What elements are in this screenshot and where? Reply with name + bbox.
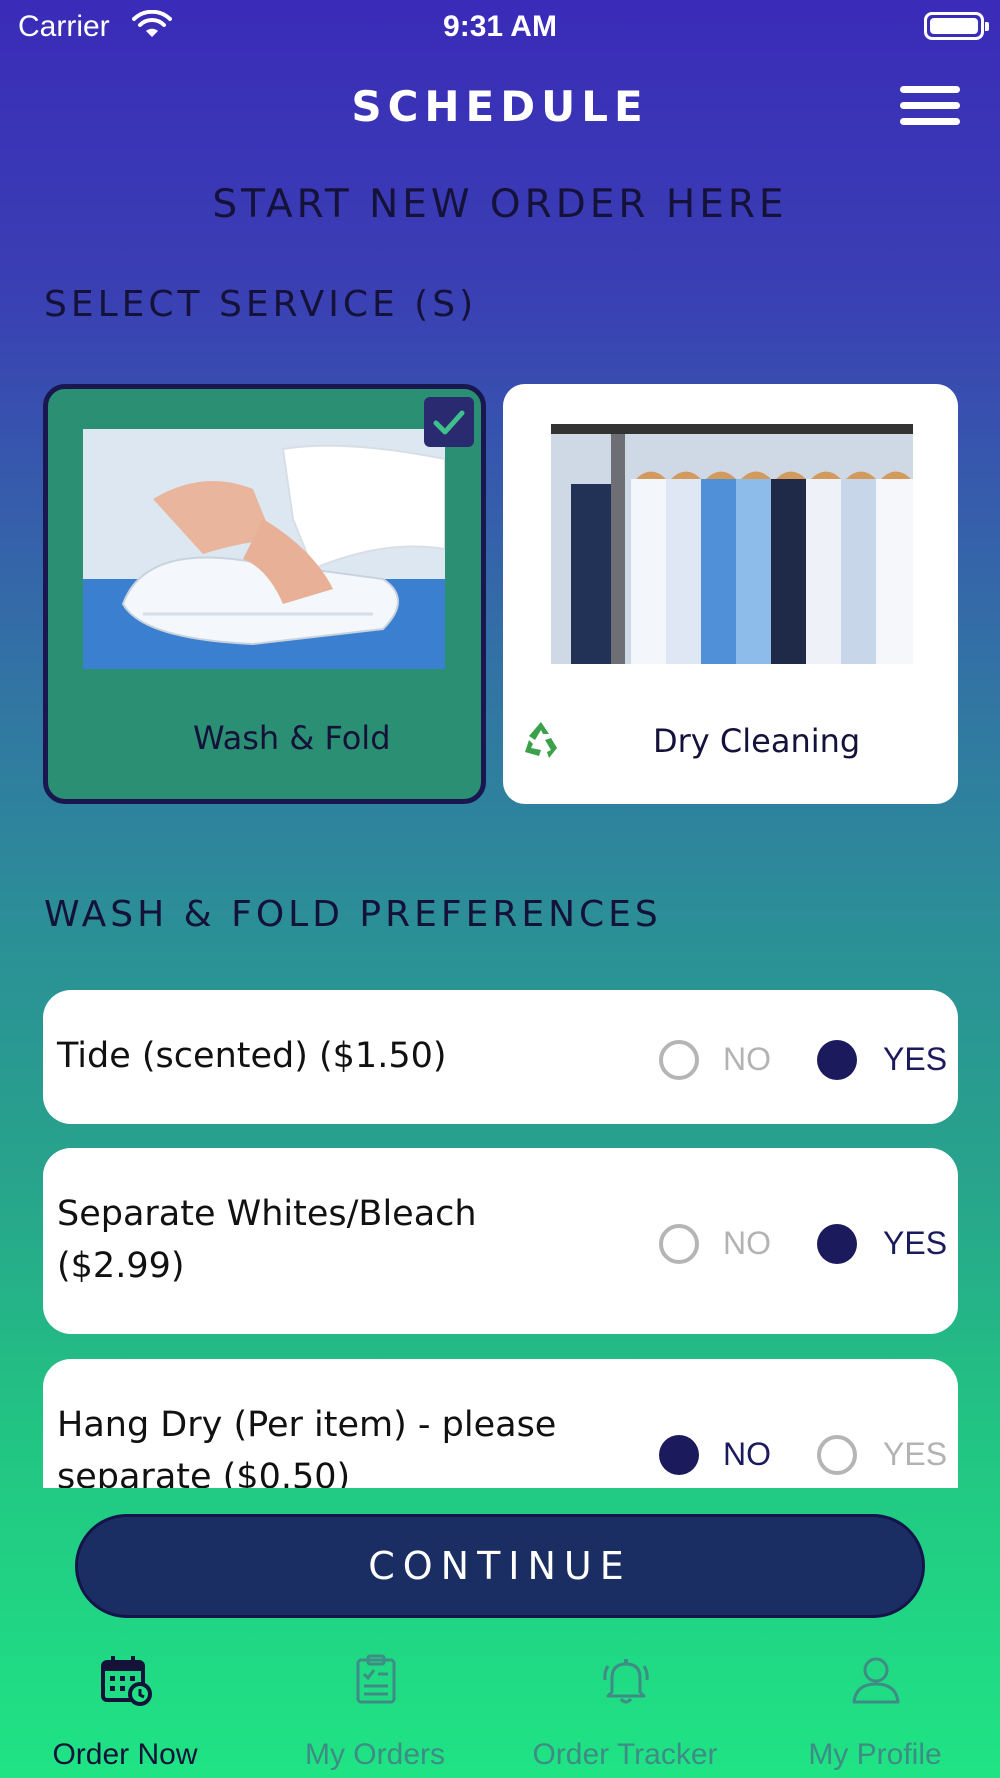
- pref-label-hang-dry: Hang Dry (Per item) - please separate ($…: [57, 1405, 557, 1488]
- bottom-tab-bar: Order Now My Orders Order Tracker My Pro…: [0, 1632, 1000, 1778]
- service-card-wash-fold[interactable]: Wash & Fold: [43, 384, 486, 804]
- continue-button[interactable]: CONTINUE: [75, 1514, 925, 1618]
- status-bar: Carrier 9:31 AM: [0, 0, 1000, 56]
- tab-label-my-profile: My Profile: [808, 1738, 942, 1771]
- status-time: 9:31 AM: [443, 10, 557, 43]
- pref-hangdry-no-label: NO: [723, 1436, 771, 1472]
- service-label-wash-fold: Wash & Fold: [193, 719, 391, 757]
- preferences-heading: WASH & FOLD PREFERENCES: [44, 894, 662, 935]
- tab-order-now[interactable]: Order Now: [0, 1632, 250, 1778]
- clipboard-list-icon: [356, 1654, 396, 1704]
- pref-whites-no-label: NO: [723, 1225, 771, 1261]
- pref-tide-no-radio[interactable]: [659, 1040, 699, 1080]
- pref-hangdry-yes-radio[interactable]: [817, 1435, 857, 1475]
- tab-my-profile[interactable]: My Profile: [750, 1632, 1000, 1778]
- pref-row-hang-dry: Hang Dry (Per item) - please separate ($…: [43, 1359, 958, 1488]
- service-label-dry-cleaning: Dry Cleaning: [653, 722, 861, 760]
- calendar-clock-icon: [101, 1656, 152, 1706]
- pref-row-separate-whites: Separate Whites/Bleach ($2.99) NO YES: [43, 1148, 958, 1334]
- pref-hangdry-yes-label: YES: [883, 1436, 948, 1472]
- selected-checkbox-icon: [424, 397, 474, 447]
- recycle-icon: [525, 722, 557, 758]
- service-card-dry-cleaning[interactable]: Dry Cleaning: [503, 384, 958, 804]
- dry-cleaning-image: [551, 424, 913, 664]
- preferences-list[interactable]: Tide (scented) ($1.50) NO YES Separate W…: [0, 980, 1000, 1488]
- pref-whites-yes-radio[interactable]: [817, 1224, 857, 1264]
- wash-fold-image: [83, 429, 445, 669]
- tab-label-order-tracker: Order Tracker: [532, 1738, 718, 1771]
- pref-label-separate-whites: Separate Whites/Bleach ($2.99): [57, 1194, 477, 1286]
- pref-tide-no-label: NO: [723, 1041, 771, 1077]
- tab-order-tracker[interactable]: Order Tracker: [500, 1632, 750, 1778]
- pref-whites-no-radio[interactable]: [659, 1224, 699, 1264]
- user-icon: [852, 1657, 900, 1704]
- page-title: SCHEDULE: [351, 82, 649, 131]
- pref-whites-yes-label: YES: [883, 1225, 948, 1261]
- pref-row-tide: Tide (scented) ($1.50) NO YES: [43, 990, 958, 1124]
- pref-hangdry-no-radio[interactable]: [659, 1435, 699, 1475]
- select-service-heading: SELECT SERVICE (S): [44, 284, 478, 325]
- tab-label-my-orders: My Orders: [304, 1738, 445, 1771]
- tab-label-order-now: Order Now: [52, 1738, 198, 1771]
- bell-icon: [603, 1659, 649, 1704]
- pref-tide-yes-label: YES: [883, 1041, 948, 1077]
- tab-my-orders[interactable]: My Orders: [250, 1632, 500, 1778]
- pref-tide-yes-radio[interactable]: [817, 1040, 857, 1080]
- battery-icon: [924, 12, 989, 40]
- pref-label-tide: Tide (scented) ($1.50): [57, 1036, 447, 1076]
- page-subtitle: START NEW ORDER HERE: [212, 182, 788, 227]
- hamburger-menu-icon[interactable]: [900, 86, 960, 132]
